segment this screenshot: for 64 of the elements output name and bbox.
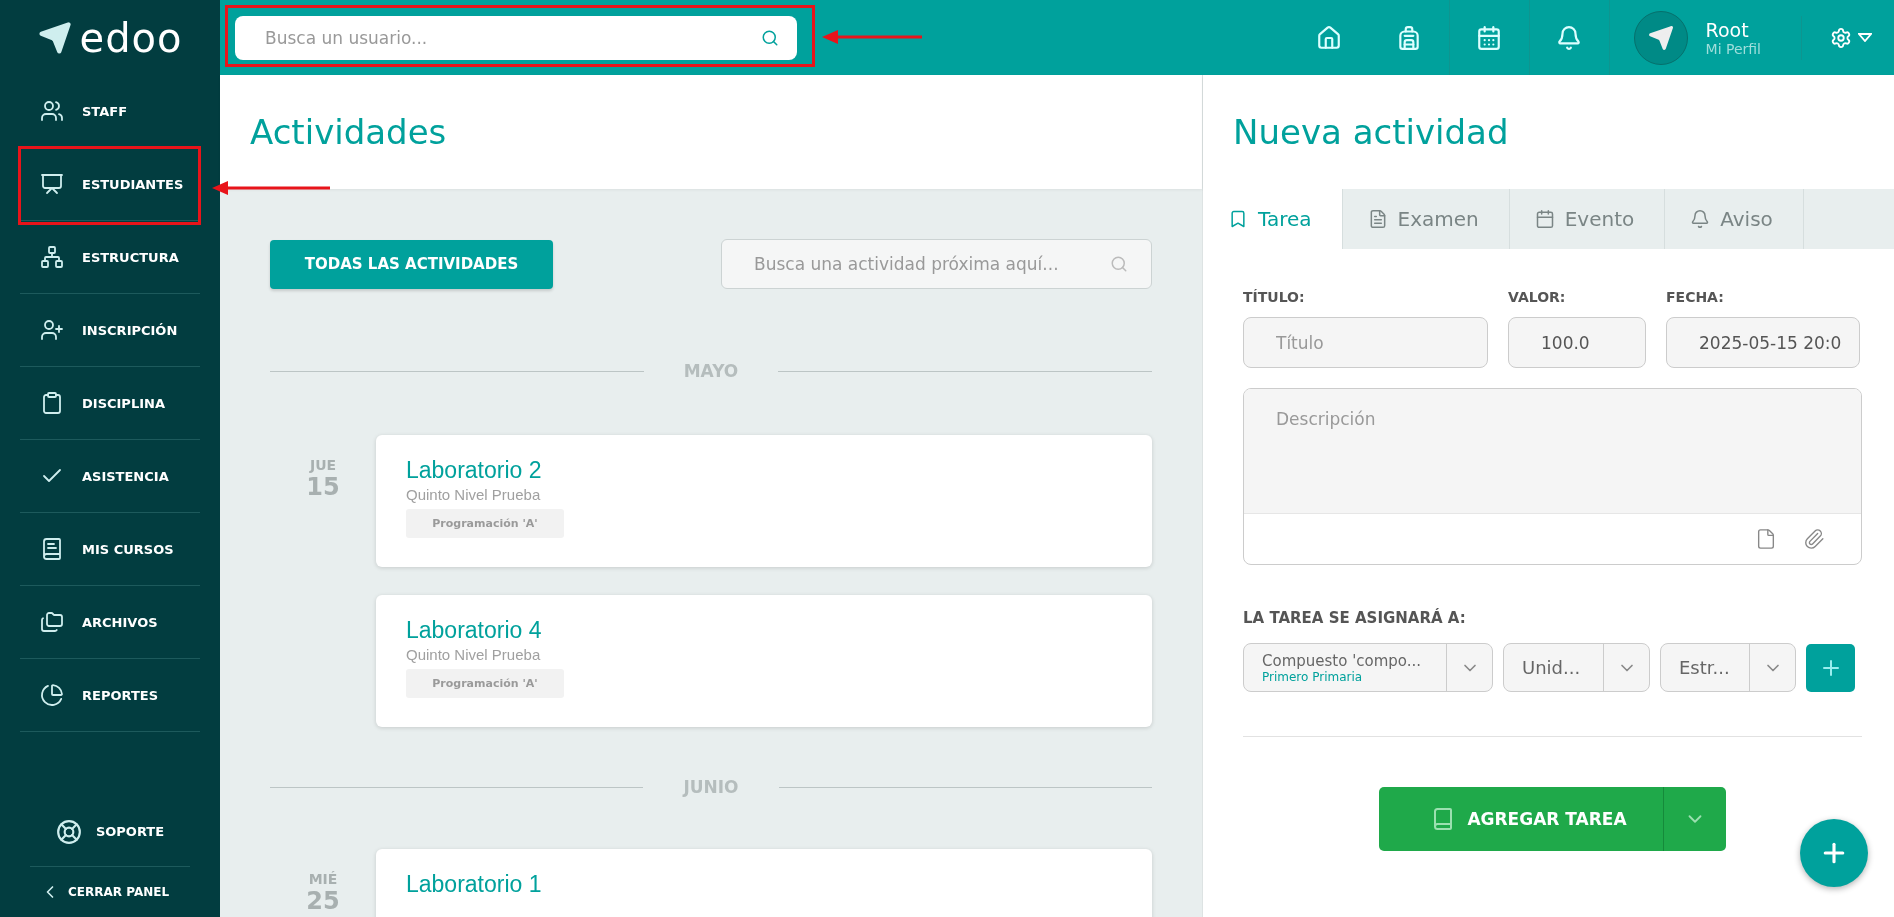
- paper-plane-icon: [1647, 24, 1674, 51]
- activity-subtitle: Quinto Nivel Prueba: [406, 646, 541, 663]
- sidebar-item[interactable]: ESTRUCTURA: [20, 221, 200, 294]
- paperclip-icon[interactable]: [1803, 528, 1825, 550]
- add-button[interactable]: [1806, 643, 1855, 692]
- search-icon: [761, 28, 779, 47]
- text-field[interactable]: 2025-05-15 20:0: [1666, 317, 1860, 368]
- lifebuoy-icon: [55, 818, 82, 845]
- course-tag: Programación 'A': [406, 669, 564, 698]
- sidebar-item[interactable]: STAFF: [20, 75, 200, 148]
- activity-search-field[interactable]: Busca una actividad próxima aquí...: [721, 239, 1152, 289]
- settings-icon: [1830, 26, 1852, 49]
- sidebar-item[interactable]: REPORTES: [20, 659, 200, 732]
- activity-title: Laboratorio 4: [406, 617, 542, 644]
- activity-title: Laboratorio 1: [406, 871, 542, 898]
- classroom-icon: [40, 172, 64, 196]
- sidebar-item[interactable]: ESTUDIANTES: [20, 148, 200, 221]
- logo-text: edoo: [79, 14, 183, 61]
- user-search-field[interactable]: Busca un usuario...: [235, 15, 797, 60]
- sidebar-item[interactable]: MIS CURSOS: [20, 513, 200, 586]
- text-field[interactable]: 100.0: [1508, 317, 1646, 368]
- bell-icon: [1556, 24, 1583, 51]
- dropdown[interactable]: Estr...: [1660, 643, 1796, 692]
- activity-subtitle: Quinto Nivel Prueba: [406, 486, 541, 503]
- caret-icon: [1858, 33, 1872, 42]
- book-icon: [40, 537, 64, 561]
- day-number: 25: [306, 887, 340, 915]
- calendar-icon: [1476, 24, 1503, 51]
- file-icon[interactable]: [1755, 528, 1777, 550]
- text-field[interactable]: Título: [1243, 317, 1488, 368]
- add-user-icon: [40, 318, 64, 342]
- folders-icon: [40, 610, 64, 634]
- course-tag: Programación 'A': [406, 509, 564, 538]
- user-name: Root: [1705, 18, 1750, 41]
- weekday-label: MIÉ: [308, 871, 338, 887]
- clipboard-icon: [40, 391, 64, 415]
- description-field[interactable]: Descripción: [1243, 388, 1862, 565]
- activity-title: Laboratorio 2: [406, 457, 542, 484]
- bell-icon: [1690, 209, 1711, 229]
- bookmark-icon: [1228, 209, 1248, 229]
- panel-title: Nueva actividad: [1233, 112, 1509, 152]
- assign-label: LA TAREA SE ASIGNARÁ A:: [1243, 609, 1467, 627]
- paper-plane-icon: [37, 20, 72, 55]
- panel-title: Actividades: [250, 112, 447, 152]
- people-icon: [40, 99, 64, 123]
- field-label: TÍTULO:: [1243, 289, 1306, 305]
- sidebar-item[interactable]: ASISTENCIA: [20, 440, 200, 513]
- support-link[interactable]: SOPORTE: [30, 797, 190, 867]
- field-label: VALOR:: [1508, 289, 1567, 305]
- hierarchy-icon: [40, 245, 64, 269]
- floating-add-button[interactable]: [1800, 819, 1868, 887]
- calendar-icon: [1534, 209, 1555, 229]
- dropdown[interactable]: Unid...: [1503, 643, 1650, 692]
- weekday-label: JUE: [309, 457, 337, 473]
- day-number: 15: [306, 473, 340, 501]
- sidebar-item[interactable]: INSCRIPCIÓN: [20, 294, 200, 367]
- field-label: FECHA:: [1666, 289, 1725, 305]
- home-icon: [1316, 24, 1343, 51]
- pie-chart-icon: [40, 683, 64, 707]
- sidebar-item[interactable]: DISCIPLINA: [20, 367, 200, 440]
- collapse-panel-link[interactable]: CERRAR PANEL: [0, 867, 220, 917]
- dropdown[interactable]: Compuesto 'compo... Primero Primaria: [1243, 643, 1493, 692]
- search-icon: [1110, 255, 1128, 273]
- sidebar-item[interactable]: ARCHIVOS: [20, 586, 200, 659]
